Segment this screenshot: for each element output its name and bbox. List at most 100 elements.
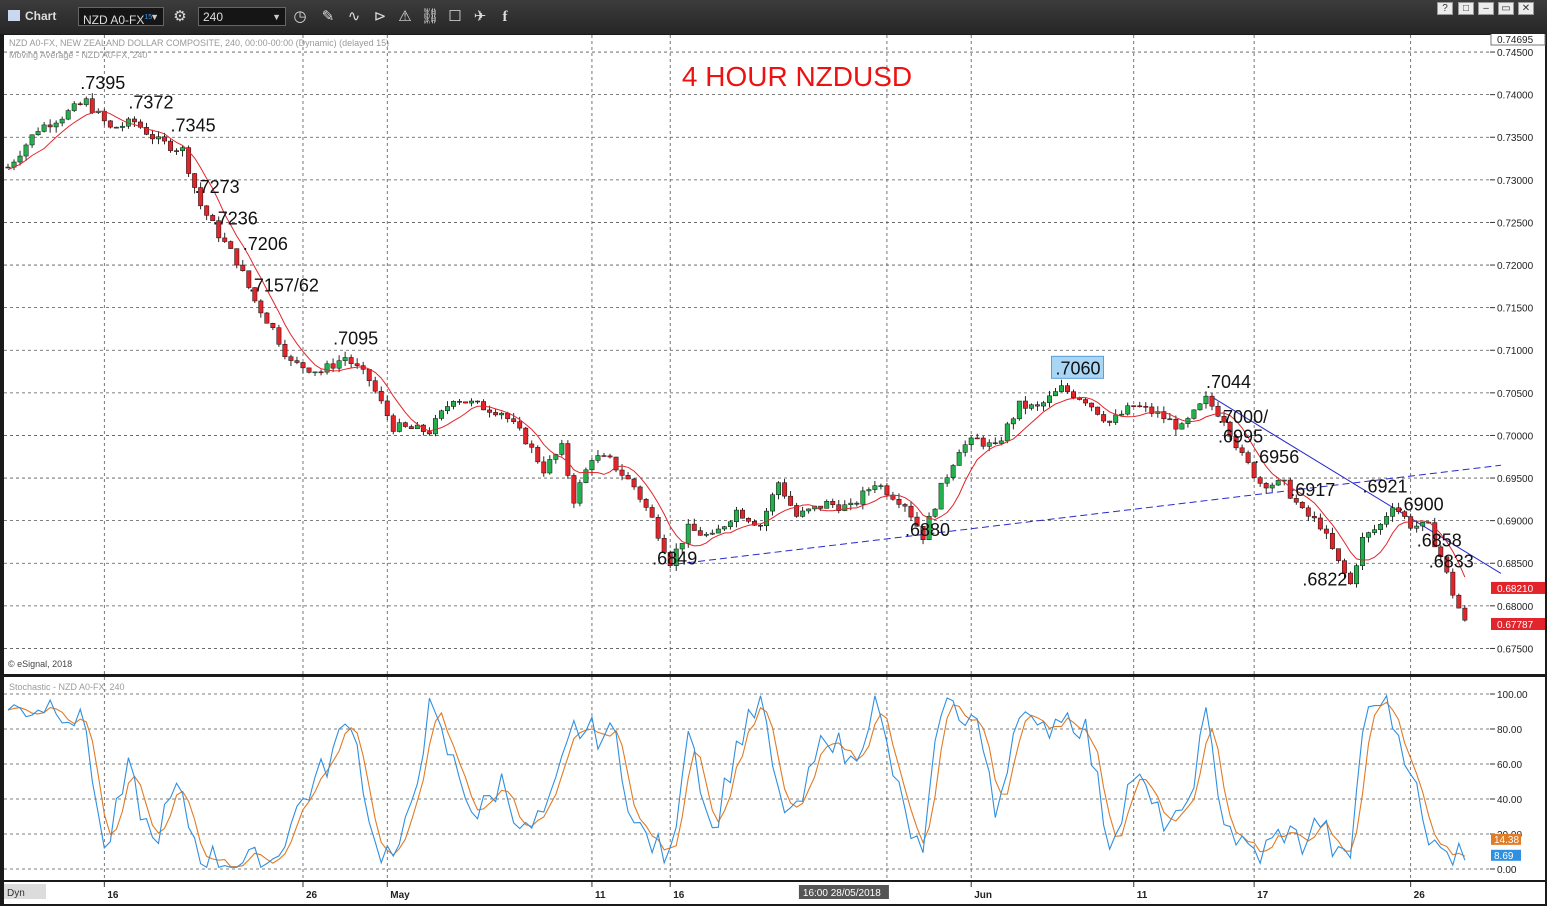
price-annotation: .6880	[905, 520, 950, 540]
candle-down	[378, 390, 384, 402]
play-icon[interactable]: ⊳	[370, 7, 390, 27]
candle-up	[727, 521, 733, 527]
candle-down	[1034, 404, 1040, 407]
candle-down	[565, 443, 571, 476]
candle-up	[1420, 521, 1426, 527]
candle-up	[776, 482, 782, 495]
help-button[interactable]: ?	[1437, 2, 1453, 15]
candle-up	[29, 134, 35, 146]
candle-down	[1209, 395, 1215, 407]
candle-up	[559, 443, 565, 455]
candle-down	[884, 485, 890, 496]
candle-up	[733, 509, 739, 523]
candle-down	[282, 344, 288, 357]
draw-line-icon[interactable]: ∿	[344, 7, 364, 27]
symbol-input[interactable]: NZD A0-FX15 ▼	[78, 7, 164, 27]
candle-down	[234, 248, 240, 266]
candle-up	[577, 482, 583, 504]
close-button[interactable]: ✕	[1518, 2, 1534, 15]
price-annotation: .7044	[1206, 372, 1251, 392]
candle-up	[842, 504, 848, 511]
chevron-down-icon[interactable]: ▼	[150, 8, 159, 27]
candle-down	[1323, 528, 1329, 534]
time-tick-label: 26	[1414, 890, 1426, 901]
candle-down	[1022, 400, 1028, 409]
candle-down	[493, 412, 499, 416]
price-tick-label: 0.70000	[1497, 431, 1534, 442]
candle-down	[1462, 607, 1468, 621]
candle-up	[17, 155, 23, 163]
candle-down	[1245, 452, 1251, 463]
candle-down	[1101, 414, 1107, 422]
twitter-icon[interactable]: ✈	[470, 7, 490, 27]
candle-up	[23, 144, 29, 157]
candle-down	[1239, 447, 1245, 453]
candle-down	[1348, 572, 1353, 585]
price-annotation: .6849	[652, 548, 697, 568]
candle-down	[908, 505, 914, 518]
candle-up	[1053, 391, 1058, 397]
price-chart[interactable]: 0.74500 0.74000 0.73500 0.73000 0.72500 0.720…	[0, 34, 1547, 906]
maximize-button[interactable]: ▭	[1498, 2, 1514, 15]
time-tick-label: 17	[1257, 890, 1269, 901]
candle-up	[1047, 395, 1052, 403]
candle-down	[222, 237, 228, 242]
facebook-icon[interactable]: f	[495, 7, 515, 27]
price-annotation: .7395	[80, 73, 125, 93]
price-annotation: .6858	[1417, 530, 1462, 550]
candle-down	[625, 475, 631, 480]
candle-up	[932, 508, 938, 517]
candle-up	[800, 510, 806, 517]
candle-down	[649, 507, 655, 518]
candle-up	[962, 444, 968, 453]
comment-icon[interactable]: ☐	[445, 7, 465, 27]
candle-up	[703, 533, 709, 536]
candle-down	[408, 426, 414, 430]
candle-up	[1384, 516, 1390, 525]
chevron-down-icon[interactable]: ▼	[272, 8, 281, 27]
candle-up	[998, 440, 1004, 444]
candle-up	[1010, 418, 1016, 425]
candle-down	[1143, 406, 1149, 408]
gear-icon[interactable]: ⚙	[170, 7, 190, 27]
stoch-tick-label: 100.00	[1497, 690, 1528, 701]
price-tick-label: 0.68500	[1497, 559, 1534, 570]
candle-down	[318, 371, 324, 374]
candle-down	[1095, 406, 1101, 415]
candle-down	[529, 443, 535, 448]
price-annotation: .6956	[1254, 447, 1299, 467]
candle-up	[1059, 385, 1064, 392]
candle-down	[980, 437, 986, 447]
interval-input[interactable]: 240 ▼	[198, 7, 286, 26]
candle-down	[294, 360, 300, 363]
candle-down	[1107, 420, 1113, 423]
candle-down	[204, 205, 210, 216]
candle-down	[113, 126, 119, 129]
candle-down	[637, 486, 643, 500]
candle-up	[764, 510, 769, 527]
candle-down	[47, 124, 53, 128]
candle-up	[451, 401, 456, 407]
restore-button[interactable]: □	[1458, 2, 1474, 15]
candle-up	[950, 465, 956, 478]
candle-down	[1456, 594, 1462, 609]
candle-down	[101, 110, 107, 122]
candle-up	[41, 124, 47, 132]
candle-down	[384, 400, 390, 417]
minimize-button[interactable]: –	[1478, 2, 1494, 15]
candle-down	[1305, 507, 1311, 517]
alert-icon[interactable]: ⚠	[395, 7, 415, 27]
clock-icon[interactable]: ◷	[290, 7, 310, 27]
candle-up	[1125, 405, 1131, 415]
link-icon[interactable]: ⛓	[420, 7, 440, 27]
candle-up	[1028, 404, 1034, 409]
pencil-icon[interactable]: ✎	[318, 7, 338, 27]
candle-up	[119, 125, 125, 128]
toolbar: Chart NZD A0-FX15 ▼ ⚙ 240 ▼ ◷ ✎ ∿ ⊳ ⚠ ⛓ ☐ …	[0, 0, 1547, 35]
candle-down	[1167, 418, 1173, 421]
candle-down	[390, 415, 396, 432]
candle-up	[685, 523, 691, 544]
candle-up	[1197, 403, 1203, 411]
candle-up	[65, 110, 71, 120]
candle-up	[432, 418, 438, 435]
